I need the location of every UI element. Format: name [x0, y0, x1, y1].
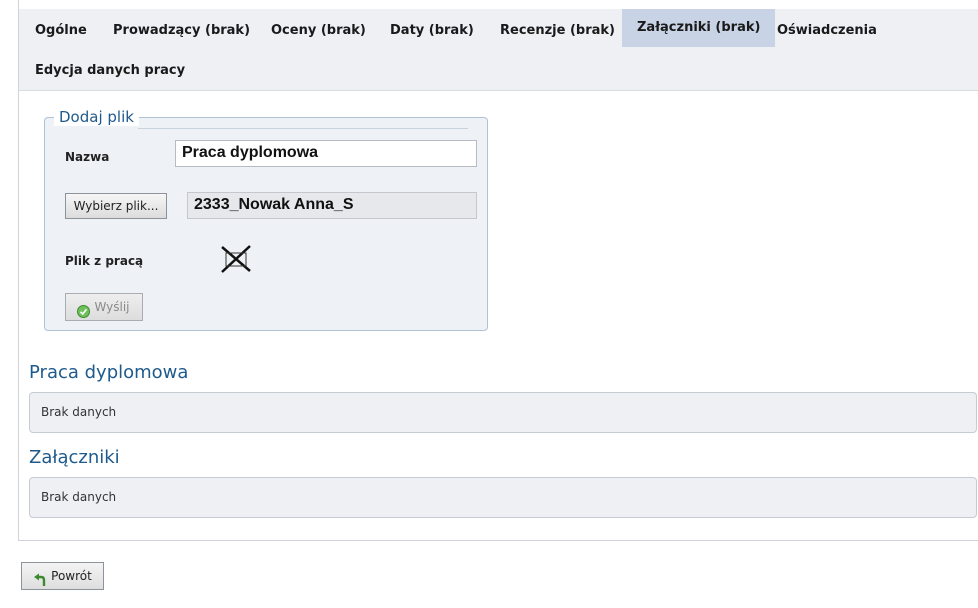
- attachments-section-content: Brak danych: [29, 477, 977, 518]
- file-name-display: 2333_Nowak Anna_S: [187, 192, 477, 219]
- back-button-label: Powrót: [51, 569, 92, 583]
- tab-bar: Ogólne Prowadzący (brak) Oceny (brak) Da…: [19, 9, 978, 91]
- tab-dates[interactable]: Daty (brak): [390, 12, 474, 50]
- tab-grades[interactable]: Oceny (brak): [271, 12, 366, 50]
- thesis-section-title: Praca dyplomowa: [29, 362, 189, 383]
- tab-edit-thesis-data[interactable]: Edycja danych pracy: [35, 52, 185, 90]
- tab-attachments[interactable]: Załączniki (brak): [622, 9, 776, 47]
- add-file-legend: Dodaj plik: [54, 108, 139, 126]
- check-icon: [77, 301, 90, 318]
- cross-icon: [220, 245, 252, 273]
- tab-supervisors[interactable]: Prowadzący (brak): [113, 12, 250, 50]
- name-label: Nazwa: [65, 150, 110, 164]
- thesis-section-content: Brak danych: [29, 392, 977, 433]
- send-button[interactable]: Wyślij: [65, 293, 143, 321]
- name-input[interactable]: Praca dyplomowa: [175, 140, 477, 167]
- thesis-file-label: Plik z pracą: [65, 254, 144, 268]
- attachments-section-title: Załączniki: [29, 447, 120, 468]
- tab-declarations[interactable]: Oświadczenia: [777, 12, 877, 50]
- tab-reviews[interactable]: Recenzje (brak): [500, 12, 615, 50]
- tab-general[interactable]: Ogólne: [35, 12, 87, 50]
- back-arrow-icon: [33, 570, 47, 586]
- send-button-label: Wyślij: [94, 300, 130, 314]
- back-button[interactable]: Powrót: [21, 562, 104, 590]
- choose-file-button[interactable]: Wybierz plik...: [65, 193, 167, 219]
- legend-divider: [138, 128, 468, 129]
